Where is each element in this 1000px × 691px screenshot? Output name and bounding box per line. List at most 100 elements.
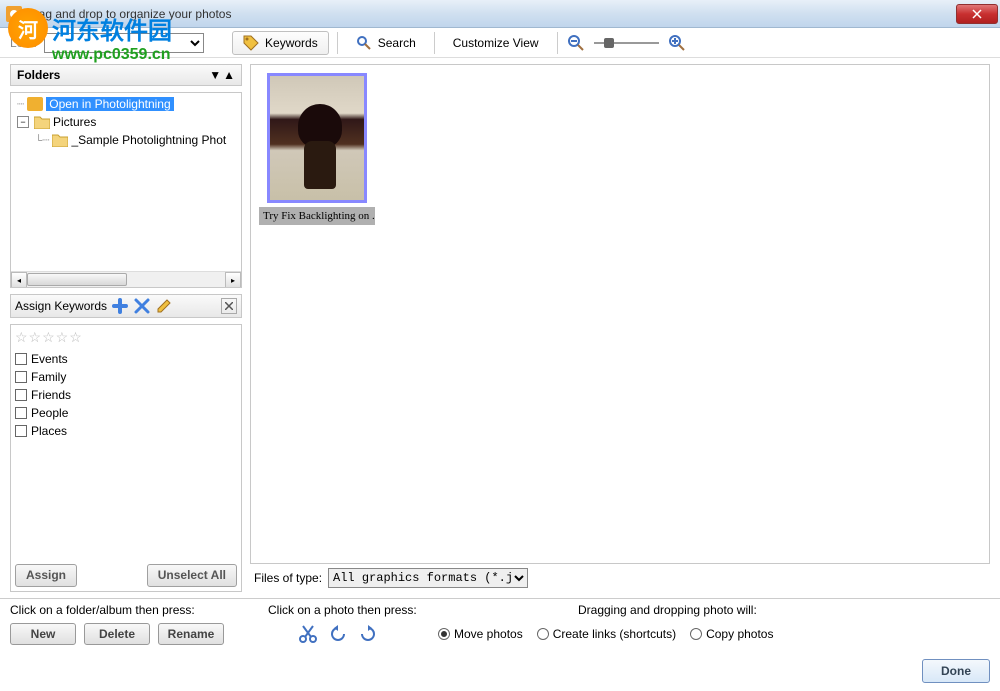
assign-button-label: Assign bbox=[26, 568, 66, 582]
customize-view-button[interactable]: Customize View bbox=[443, 31, 549, 55]
delete-keyword-icon[interactable] bbox=[133, 297, 151, 315]
tree-item-open-in-app[interactable]: ┈ Open in Photolightning bbox=[13, 95, 239, 113]
thumbnail-grid[interactable]: Try Fix Backlighting on ... bbox=[250, 64, 990, 564]
keyword-label: People bbox=[31, 406, 68, 420]
search-button[interactable]: Search bbox=[346, 31, 426, 55]
search-button-label: Search bbox=[378, 36, 416, 50]
window-titlebar: Drag and drop to organize your photos bbox=[0, 0, 1000, 28]
done-row: Done bbox=[0, 653, 1000, 691]
rating-stars[interactable]: ☆☆☆☆☆ bbox=[15, 329, 237, 346]
radio-label-text: Copy photos bbox=[706, 627, 773, 641]
close-icon bbox=[225, 302, 233, 310]
thumbnail-image[interactable] bbox=[267, 73, 367, 203]
drop-action-radio-group: Move photos Create links (shortcuts) Cop… bbox=[438, 627, 773, 641]
add-keyword-icon[interactable] bbox=[111, 297, 129, 315]
tree-collapse-icon[interactable]: − bbox=[17, 116, 29, 128]
search-icon bbox=[356, 35, 372, 51]
move-photos-radio[interactable]: Move photos bbox=[438, 627, 523, 641]
toolbar-separator bbox=[557, 32, 558, 54]
keywords-button-label: Keywords bbox=[265, 36, 318, 50]
keyword-item[interactable]: Places bbox=[15, 422, 237, 440]
keyword-checkbox[interactable] bbox=[15, 371, 27, 383]
folders-panel-header: Folders ▼ ▲ bbox=[10, 64, 242, 86]
keyword-list: Events Family Friends People Places bbox=[15, 350, 237, 558]
look-label: Look bbox=[10, 36, 36, 50]
left-panel: Folders ▼ ▲ ┈ Open in Photolightning − P… bbox=[10, 64, 242, 592]
toolbar: Look Keywords Search Customize View bbox=[0, 28, 1000, 58]
unselect-all-button[interactable]: Unselect All bbox=[147, 564, 237, 587]
keywords-panel-header: Assign Keywords bbox=[10, 294, 242, 318]
keyword-checkbox[interactable] bbox=[15, 353, 27, 365]
keyword-label: Family bbox=[31, 370, 66, 384]
filetype-label: Files of type: bbox=[254, 571, 322, 585]
radio-icon bbox=[438, 628, 450, 640]
radio-icon bbox=[537, 628, 549, 640]
zoom-in-icon[interactable] bbox=[667, 33, 687, 53]
right-panel: Try Fix Backlighting on ... Files of typ… bbox=[250, 64, 990, 592]
assign-keywords-button[interactable]: Assign bbox=[15, 564, 77, 587]
app-icon bbox=[27, 97, 43, 111]
folder-icon bbox=[34, 115, 50, 129]
done-button[interactable]: Done bbox=[922, 659, 990, 683]
rename-folder-button[interactable]: Rename bbox=[158, 623, 224, 645]
keyword-item[interactable]: Events bbox=[15, 350, 237, 368]
delete-button-label: Delete bbox=[99, 627, 135, 641]
keyword-label: Places bbox=[31, 424, 67, 438]
keyword-item[interactable]: Family bbox=[15, 368, 237, 386]
toolbar-separator bbox=[337, 32, 338, 54]
new-folder-button[interactable]: New bbox=[10, 623, 76, 645]
keyword-item[interactable]: Friends bbox=[15, 386, 237, 404]
tree-item-sample-photos[interactable]: └┈ _Sample Photolightning Phot bbox=[13, 131, 239, 149]
tag-icon bbox=[243, 35, 259, 51]
tree-hscrollbar[interactable]: ◂ ▸ bbox=[11, 271, 241, 287]
window-close-button[interactable] bbox=[956, 4, 998, 24]
rename-button-label: Rename bbox=[168, 627, 215, 641]
zoom-out-icon[interactable] bbox=[566, 33, 586, 53]
customize-view-label: Customize View bbox=[453, 36, 539, 50]
tree-item-label: Open in Photolightning bbox=[46, 97, 173, 111]
drop-action-hint: Dragging and dropping photo will: bbox=[578, 603, 757, 617]
keywords-panel-body: ☆☆☆☆☆ Events Family Friends People Place… bbox=[10, 324, 242, 592]
new-button-label: New bbox=[31, 627, 56, 641]
unselect-button-label: Unselect All bbox=[158, 568, 226, 582]
done-button-label: Done bbox=[941, 664, 971, 678]
toolbar-separator bbox=[434, 32, 435, 54]
keywords-close-button[interactable] bbox=[221, 298, 237, 314]
keyword-checkbox[interactable] bbox=[15, 389, 27, 401]
edit-keyword-icon[interactable] bbox=[155, 297, 173, 315]
rotate-left-icon[interactable] bbox=[328, 624, 348, 644]
app-icon bbox=[6, 6, 22, 22]
tree-item-label: _Sample Photolightning Phot bbox=[71, 133, 226, 147]
create-links-radio[interactable]: Create links (shortcuts) bbox=[537, 627, 676, 641]
folders-collapse-up-icon[interactable]: ▲ bbox=[223, 68, 235, 82]
thumbnail-item[interactable]: Try Fix Backlighting on ... bbox=[259, 73, 375, 225]
zoom-slider[interactable] bbox=[594, 33, 659, 53]
cut-photo-icon[interactable] bbox=[298, 624, 318, 644]
folder-action-hint: Click on a folder/album then press: bbox=[10, 603, 268, 617]
photo-action-hint: Click on a photo then press: bbox=[268, 603, 578, 617]
scroll-left-icon[interactable]: ◂ bbox=[11, 272, 27, 288]
keyword-checkbox[interactable] bbox=[15, 425, 27, 437]
filetype-row: Files of type: All graphics formats (*.j… bbox=[250, 564, 990, 592]
folders-expand-down-icon[interactable]: ▼ bbox=[209, 68, 221, 82]
look-select[interactable] bbox=[44, 33, 204, 53]
rotate-right-icon[interactable] bbox=[358, 624, 378, 644]
tree-item-label: Pictures bbox=[53, 115, 96, 129]
copy-photos-radio[interactable]: Copy photos bbox=[690, 627, 773, 641]
folder-tree[interactable]: ┈ Open in Photolightning − Pictures └┈ _… bbox=[10, 92, 242, 288]
keywords-button[interactable]: Keywords bbox=[232, 31, 329, 55]
radio-icon bbox=[690, 628, 702, 640]
filetype-select[interactable]: All graphics formats (*.jpg,*. bbox=[328, 568, 528, 588]
radio-label-text: Create links (shortcuts) bbox=[553, 627, 676, 641]
thumbnail-caption: Try Fix Backlighting on ... bbox=[259, 207, 375, 225]
bottom-panel: Click on a folder/album then press: Clic… bbox=[0, 598, 1000, 653]
keyword-label: Friends bbox=[31, 388, 71, 402]
scroll-right-icon[interactable]: ▸ bbox=[225, 272, 241, 288]
keyword-checkbox[interactable] bbox=[15, 407, 27, 419]
delete-folder-button[interactable]: Delete bbox=[84, 623, 150, 645]
tree-item-pictures[interactable]: − Pictures bbox=[13, 113, 239, 131]
folder-icon bbox=[52, 133, 68, 147]
keywords-header-label: Assign Keywords bbox=[15, 299, 107, 313]
keyword-item[interactable]: People bbox=[15, 404, 237, 422]
radio-label-text: Move photos bbox=[454, 627, 523, 641]
